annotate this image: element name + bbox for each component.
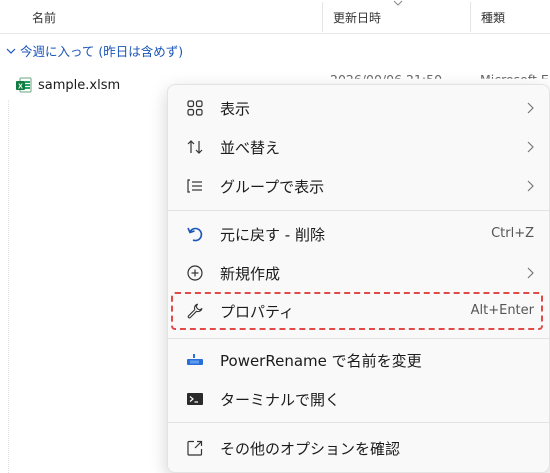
- column-divider[interactable]: [322, 2, 323, 32]
- shortcut-text: Alt+Enter: [470, 303, 534, 318]
- menu-item-powerrename[interactable]: PowerRename で名前を変更: [172, 342, 546, 378]
- chevron-down-icon: [6, 48, 16, 54]
- menu-item-sort[interactable]: 並べ替え: [172, 129, 546, 165]
- menu-item-undo-delete[interactable]: 元に戻す - 削除 Ctrl+Z: [172, 216, 546, 252]
- sort-arrows-icon: [187, 140, 203, 154]
- chevron-right-icon: [527, 141, 534, 153]
- group-header-this-week[interactable]: 今週に入って (昨日は含めず): [6, 41, 183, 60]
- chevron-right-icon: [527, 102, 534, 114]
- menu-item-new[interactable]: 新規作成: [172, 255, 546, 291]
- column-divider[interactable]: [470, 2, 471, 32]
- shortcut-text: Ctrl+Z: [491, 226, 534, 241]
- column-header-row: 名前 更新日時 種類: [0, 0, 550, 34]
- file-name: sample.xlsm: [38, 77, 121, 93]
- chevron-right-icon: [527, 267, 534, 279]
- menu-separator: [168, 422, 549, 423]
- column-header-type[interactable]: 種類: [481, 9, 505, 26]
- menu-item-label: 並べ替え: [220, 139, 281, 157]
- grid-icon: [187, 100, 203, 116]
- context-menu: 表示 並べ替え グループで表示 元に戻す - 削除 Ctrl+Z 新規作成 プロ…: [167, 84, 550, 473]
- file-row[interactable]: X sample.xlsm: [16, 74, 120, 96]
- undo-icon: [187, 227, 203, 242]
- plus-circle-icon: [187, 265, 203, 281]
- menu-item-label: PowerRename で名前を変更: [220, 352, 422, 370]
- menu-item-label: その他のオプションを確認: [220, 440, 401, 458]
- terminal-icon: [187, 393, 203, 405]
- menu-item-open-terminal[interactable]: ターミナルで開く: [172, 381, 546, 417]
- menu-item-group-by[interactable]: グループで表示: [172, 168, 546, 204]
- menu-item-label: 新規作成: [220, 265, 281, 283]
- menu-item-show-more-options[interactable]: その他のオプションを確認: [172, 430, 546, 466]
- excel-file-icon: X: [16, 77, 32, 93]
- more-options-icon: [187, 440, 203, 456]
- menu-item-properties[interactable]: プロパティ Alt+Enter: [172, 293, 546, 329]
- powerrename-icon: [187, 354, 203, 365]
- menu-item-label: 表示: [220, 100, 251, 118]
- sort-descending-icon: [393, 0, 403, 6]
- menu-item-label: ターミナルで開く: [220, 391, 341, 409]
- column-header-modified[interactable]: 更新日時: [333, 9, 381, 26]
- menu-separator: [168, 210, 549, 211]
- chevron-right-icon: [527, 180, 534, 192]
- column-header-name[interactable]: 名前: [32, 9, 56, 26]
- group-label: 今週に入って (昨日は含めず): [20, 44, 184, 59]
- menu-item-view[interactable]: 表示: [172, 90, 546, 126]
- menu-item-label: 元に戻す - 削除: [220, 226, 325, 244]
- wrench-icon: [187, 303, 203, 319]
- group-list-icon: [187, 179, 202, 193]
- svg-text:X: X: [18, 83, 23, 90]
- menu-item-label: プロパティ: [220, 303, 295, 321]
- selection-area-guide: [8, 100, 9, 473]
- menu-item-label: グループで表示: [220, 178, 325, 196]
- menu-separator: [168, 338, 549, 339]
